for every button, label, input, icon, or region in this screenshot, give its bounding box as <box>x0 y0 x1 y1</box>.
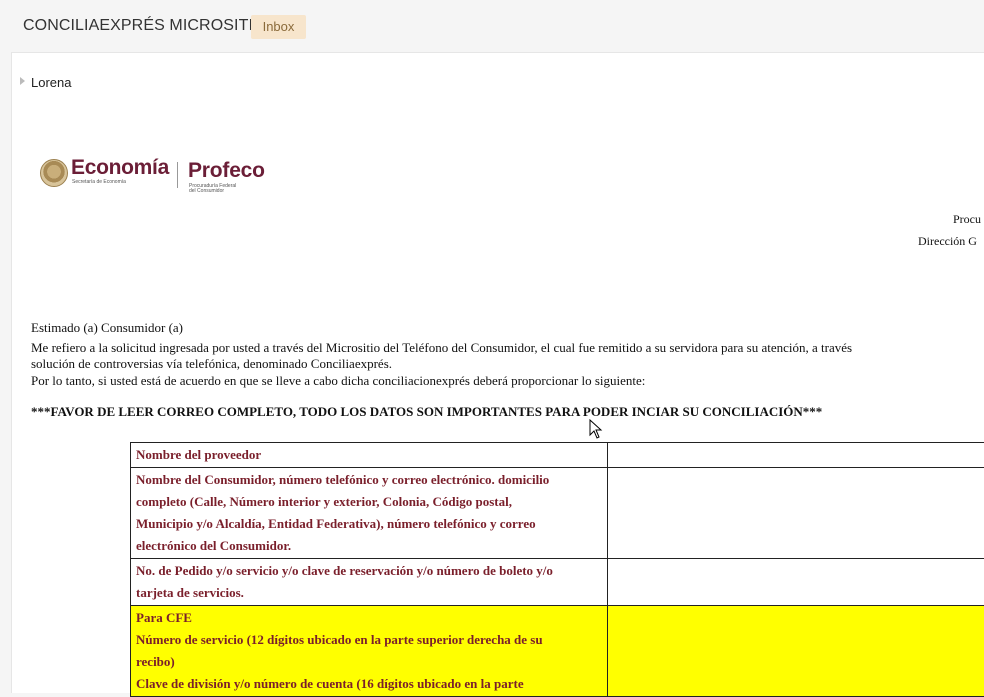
table-cell-value <box>608 443 984 468</box>
economia-logo-text: Economía <box>71 156 169 180</box>
cell-line: Nombre del Consumidor, número telefónico… <box>136 469 602 491</box>
economia-logo-subtext: Secretaría de Economía <box>72 179 126 185</box>
mexico-seal-icon <box>40 159 68 187</box>
inbox-label-tag[interactable]: Inbox <box>251 15 306 39</box>
table-cell-label: No. de Pedido y/o servicio y/o clave de … <box>131 559 608 606</box>
cell-line: completo (Calle, Número interior y exter… <box>136 491 602 513</box>
paragraph-1-line-1: Me refiero a la solicitud ingresada por … <box>31 341 852 355</box>
cell-line: Para CFE <box>136 607 602 629</box>
sender-name[interactable]: Lorena <box>31 75 71 90</box>
cell-line: Nombre del proveedor <box>136 444 602 466</box>
table-row-highlighted: Para CFE Número de servicio (12 dígitos … <box>131 606 984 697</box>
economia-profeco-logo: Economía Secretaría de Economía Profeco … <box>40 158 270 194</box>
mouse-cursor-icon <box>589 419 603 439</box>
requirements-table: Nombre del proveedor Nombre del Consumid… <box>130 442 984 697</box>
table-row: Nombre del proveedor <box>131 443 984 468</box>
table-cell-value <box>608 606 984 697</box>
table-cell-label: Nombre del Consumidor, número telefónico… <box>131 468 608 559</box>
table-cell-label: Para CFE Número de servicio (12 dígitos … <box>131 606 608 697</box>
expand-caret-icon[interactable] <box>20 77 25 85</box>
profeco-logo-text: Profeco <box>188 159 265 183</box>
paragraph-1-line-2: solución de controversias vía telefónica… <box>31 357 392 371</box>
table-row: Nombre del Consumidor, número telefónico… <box>131 468 984 559</box>
table-cell-value <box>608 559 984 606</box>
cell-line: recibo) <box>136 651 602 673</box>
profeco-logo-subtext-2: del Consumidor <box>189 188 224 194</box>
cell-line: No. de Pedido y/o servicio y/o clave de … <box>136 560 602 582</box>
message-subject: CONCILIAEXPRÉS MICROSITIO <box>23 17 266 35</box>
paragraph-2: Por lo tanto, si usted está de acuerdo e… <box>31 374 645 388</box>
logo-divider <box>177 162 178 188</box>
cell-line: electrónico del Consumidor. <box>136 535 602 557</box>
table-row: No. de Pedido y/o servicio y/o clave de … <box>131 559 984 606</box>
greeting: Estimado (a) Consumidor (a) <box>31 321 183 335</box>
table-cell-label: Nombre del proveedor <box>131 443 608 468</box>
cell-line: tarjeta de servicios. <box>136 582 602 604</box>
cell-line: Número de servicio (12 dígitos ubicado e… <box>136 629 602 651</box>
notice-banner: ***FAVOR DE LEER CORREO COMPLETO, TODO L… <box>31 404 822 420</box>
table-cell-value <box>608 468 984 559</box>
cell-line: Municipio y/o Alcaldía, Entidad Federati… <box>136 513 602 535</box>
message-header-bar: CONCILIAEXPRÉS MICROSITIO Inbox <box>0 0 984 52</box>
cell-line: Clave de división y/o número de cuenta (… <box>136 673 602 695</box>
letterhead-line-1: Procu <box>953 212 981 227</box>
letterhead-line-2: Dirección G <box>918 234 977 249</box>
